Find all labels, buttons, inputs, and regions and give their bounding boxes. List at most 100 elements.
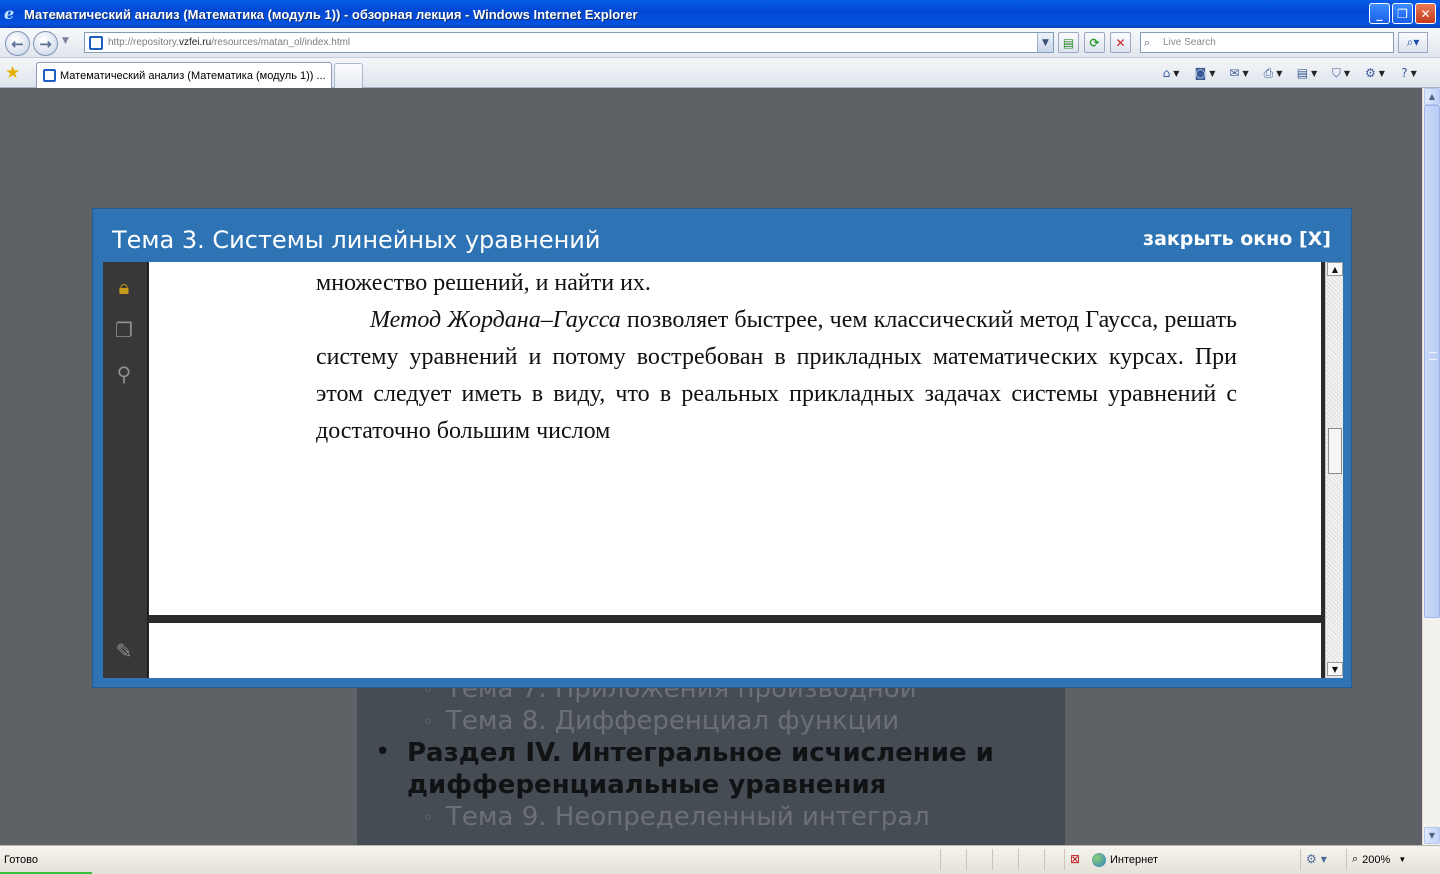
mail-icon: ✉ [1229,66,1240,80]
window-controls: _ ❐ ✕ [1369,3,1436,24]
address-dropdown-button[interactable]: ▼ [1037,33,1053,52]
feeds-button[interactable]: ◙ ▼ [1190,64,1220,82]
paperclip-icon[interactable]: ✎ [112,638,136,664]
address-field[interactable]: http://repository.vzfei.ru/resources/mat… [84,32,1054,53]
feeds-icon: ◙ [1194,66,1207,80]
tab-active[interactable]: Математический анализ (Математика (модул… [36,62,332,88]
status-divider [966,849,967,870]
stop-button[interactable]: ✕ [1110,32,1131,53]
help-button[interactable]: ? ▼ [1394,64,1424,82]
list-bullet: ◦ [423,712,434,733]
toc-section[interactable]: дифференциальные уравнения [407,769,886,801]
scroll-thumb[interactable] [1424,105,1440,618]
window-title-bar[interactable]: e Математический анализ (Математика (мод… [0,0,1440,28]
globe-icon [1092,853,1106,867]
home-icon: ⌂ [1162,66,1171,80]
scroll-grip [1429,352,1437,360]
status-bar: Готово ⊠ Интернет ⚙ ▼ ⌕ 200% ▼ [0,845,1440,874]
zoom-level: 200% [1362,853,1391,866]
search-button[interactable]: ⌕▾ [1398,32,1428,53]
binoculars-icon[interactable]: ⚲ [112,361,136,387]
live-search-input[interactable]: ⌕ Live Search [1140,32,1394,53]
window-title: Математический анализ (Математика (модул… [24,6,638,22]
document-paragraph: Метод Жордана–Гаусса позволяет быстрее, … [316,302,1237,450]
search-provider-icon: ⌕ [1144,35,1151,49]
security-zone[interactable]: Интернет [1092,853,1158,867]
refresh-button[interactable]: ⟳ [1084,32,1105,53]
forward-arrow-icon: → [39,34,52,53]
command-bar: ⌂ ▼ ◙ ▼ ✉ ▼ ⎙ ▼ ▤ ▼ ⛉ ▼ ⚙ ▼ ? ▼ [1156,64,1424,82]
page-icon [89,35,103,50]
toc-section[interactable]: Раздел IV. Интегральное исчисление и [407,737,994,769]
viewer-scroll-down[interactable]: ▼ [1327,662,1343,676]
lock-icon[interactable]: 🔒︎ [112,274,136,300]
status-divider [940,849,941,870]
lecture-modal: Тема 3. Системы линейных уравнений закры… [92,208,1352,688]
toc-item[interactable]: Тема 9. Неопределенный интеграл [446,801,930,833]
status-divider [992,849,993,870]
scroll-up-button[interactable]: ▲ [1424,88,1440,105]
safety-shield-icon: ⛉ [1331,65,1341,80]
tab-bar: ★ Математический анализ (Математика (мод… [0,58,1440,88]
status-text: Готово [4,854,38,866]
tools-button[interactable]: ⚙ ▼ [1360,64,1390,82]
protected-mode-icon: ⚙ [1306,852,1317,866]
document-text: множество решений, и найти их. Метод Жор… [316,265,1237,450]
tab-label: Математический анализ (Математика (модул… [60,69,326,82]
minimize-button[interactable]: _ [1369,3,1390,24]
status-divider [1346,849,1347,870]
close-window-button[interactable]: ✕ [1415,3,1436,24]
refresh-icon: ⟳ [1089,35,1100,50]
zoom-icon: ⌕ [1352,853,1359,865]
pdf-viewer: 🔒︎ ❐ ⚲ ✎ множество решений, и найти их. … [103,262,1343,678]
address-toolbar: ← → ▼ http://repository.vzfei.ru/resourc… [0,28,1440,58]
search-icon: ⌕▾ [1406,35,1420,49]
zoom-dropdown-icon: ▼ [1398,855,1407,864]
back-arrow-icon: ← [11,34,24,53]
favorites-star-icon[interactable]: ★ [5,63,20,83]
help-icon: ? [1401,66,1408,80]
document-line: множество решений, и найти их. [316,270,651,296]
modal-title: Тема 3. Системы линейных уравнений [112,226,601,254]
internet-explorer-icon: e [4,4,15,23]
url-text[interactable]: http://repository.vzfei.ru/resources/mat… [108,37,350,48]
viewer-scrollbar[interactable]: ▲ ▼ [1325,262,1343,678]
status-divider [1064,849,1065,870]
viewer-scroll-thumb[interactable] [1328,428,1342,474]
recent-pages-dropdown[interactable]: ▼ [62,36,69,46]
popup-blocked-icon[interactable]: ⊠ [1070,852,1080,866]
background-toc: ◦ Тема 7. Приложения производной ◦ Тема … [357,674,1065,845]
toc-item[interactable]: Тема 8. Дифференциал функции [446,705,899,737]
method-name: Метод Жордана–Гаусса [370,307,621,333]
page-separator [149,615,1321,623]
forward-button[interactable]: → [33,31,58,56]
print-button[interactable]: ⎙ ▼ [1258,64,1288,82]
mail-button[interactable]: ✉ ▼ [1224,64,1254,82]
print-icon: ⎙ [1263,65,1274,80]
restore-button[interactable]: ❐ [1392,3,1413,24]
gear-icon: ⚙ [1365,66,1376,80]
back-button[interactable]: ← [5,31,30,56]
next-document-page [149,623,1321,678]
list-bullet: ◦ [423,808,434,829]
pages-icon[interactable]: ❐ [112,317,136,343]
compatibility-icon[interactable]: ▤ [1058,32,1079,53]
viewer-scroll-up[interactable]: ▲ [1327,262,1343,276]
search-placeholder: Live Search [1163,37,1216,48]
zone-label: Интернет [1110,854,1158,866]
close-modal-button[interactable]: закрыть окно [X] [1143,228,1331,250]
status-divider [1044,849,1045,870]
page-scrollbar[interactable]: ▲ ▼ [1422,88,1440,845]
zoom-button[interactable]: ⌕ 200% ▼ [1352,853,1406,866]
protected-mode-button[interactable]: ⚙ ▼ [1306,852,1327,866]
list-bullet: • [375,737,391,767]
scroll-down-button[interactable]: ▼ [1424,827,1440,844]
tab-page-icon [43,69,56,82]
viewer-sidebar: 🔒︎ ❐ ⚲ ✎ [103,262,148,678]
status-divider [1300,849,1301,870]
home-button[interactable]: ⌂ ▼ [1156,64,1186,82]
status-divider [1018,849,1019,870]
page-menu-button[interactable]: ▤ ▼ [1292,64,1322,82]
safety-button[interactable]: ⛉ ▼ [1326,64,1356,82]
new-tab-button[interactable] [334,63,363,88]
